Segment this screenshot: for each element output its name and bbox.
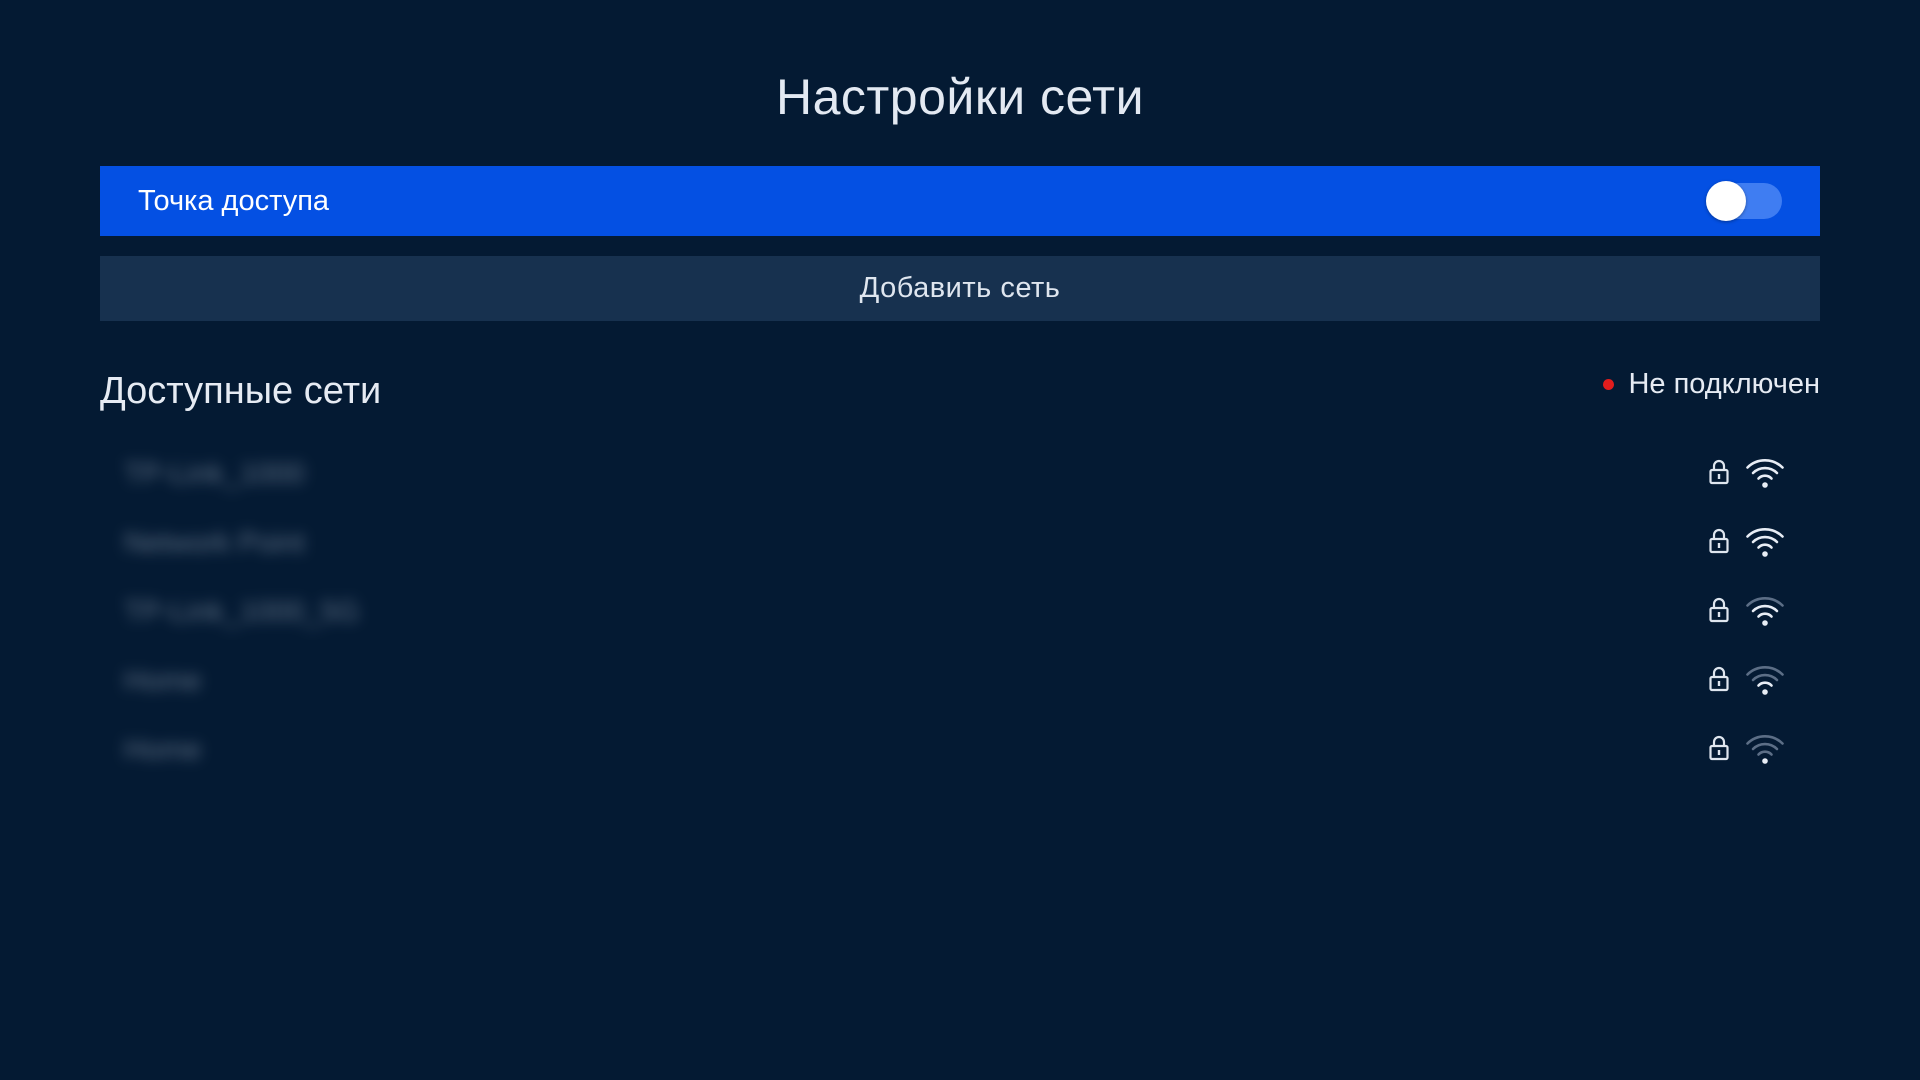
add-network-button[interactable]: Добавить сеть [100,256,1820,321]
lock-icon [1709,735,1729,761]
status-dot [1603,379,1615,390]
wifi-icon [1746,528,1784,557]
lock-icon [1709,459,1729,485]
lock-icon [1709,666,1729,692]
status-text: Не подключен [1628,368,1820,400]
lock-icon [1709,597,1729,623]
network-settings-screen: Настройки сети Точка доступа Добавить се… [0,0,1920,1080]
toggle-knob [1706,181,1746,221]
wifi-icon [1746,459,1784,488]
network-name: Network Point [124,527,305,559]
hotspot-toggle[interactable] [1706,181,1782,221]
page-title: Настройки сети [775,69,1145,125]
network-row[interactable]: TP-Link_1000 [100,440,1820,509]
hotspot-row[interactable]: Точка доступа [100,166,1820,236]
network-row[interactable]: Network Point [100,509,1820,578]
network-row[interactable]: Home [100,647,1820,716]
wifi-icon [1746,735,1784,764]
network-name: Home [124,734,202,766]
available-networks-title: Доступные сети [100,370,382,412]
network-name: TP-Link_1000 [124,458,305,490]
wifi-icon [1746,666,1784,695]
lock-icon [1709,528,1729,554]
connection-status: Не подключен [1603,368,1820,401]
hotspot-label: Точка доступа [138,184,330,217]
network-name: Home [124,665,202,697]
network-row[interactable]: Home [100,716,1820,785]
network-name: TP-Link_1000_5G [124,596,360,628]
network-row[interactable]: TP-Link_1000_5G [100,578,1820,647]
network-list: TP-Link_1000 Network Point TP-Link_1000_… [100,440,1820,785]
wifi-icon [1746,597,1784,626]
